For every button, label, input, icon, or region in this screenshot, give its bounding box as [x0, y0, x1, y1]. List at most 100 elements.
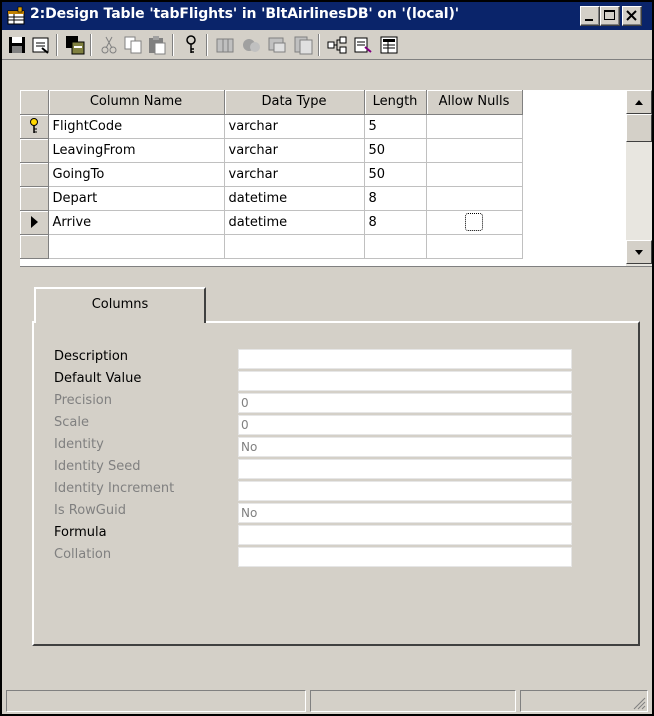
window-title: 2:Design Table 'tabFlights' in 'BltAirli…: [30, 6, 459, 22]
allow-nulls-cell[interactable]: [426, 234, 523, 259]
save-icon: [9, 37, 25, 53]
column-name-cell[interactable]: Depart: [48, 186, 225, 211]
data-type-cell[interactable]: varchar: [224, 162, 365, 187]
header-data-type[interactable]: Data Type: [224, 90, 365, 115]
grid-header-row: Column Name Data Type Length Allow Nulls: [20, 90, 523, 115]
formula-field[interactable]: [238, 525, 572, 545]
row-selector[interactable]: [20, 138, 49, 163]
default-value-field[interactable]: [238, 371, 572, 391]
maximize-button[interactable]: [600, 6, 620, 26]
length-cell[interactable]: 50: [364, 138, 427, 163]
table-row[interactable]: Arrive datetime 8: [20, 210, 523, 235]
length-cell[interactable]: 5: [364, 114, 427, 139]
description-label: Description: [54, 349, 129, 364]
show-diagram-button[interactable]: [378, 34, 400, 56]
header-length[interactable]: Length: [364, 90, 427, 115]
column-name-cell[interactable]: Arrive: [48, 210, 225, 235]
scale-label: Scale: [54, 415, 89, 430]
data-type-cell[interactable]: varchar: [224, 114, 365, 139]
manage-triggers-button[interactable]: [352, 34, 374, 56]
generate-script-icon: [66, 36, 85, 55]
row-selector[interactable]: [20, 186, 49, 211]
allow-nulls-cell[interactable]: [426, 186, 523, 211]
scroll-thumb[interactable]: [626, 114, 652, 142]
data-type-cell[interactable]: datetime: [224, 186, 365, 211]
row-selector[interactable]: [20, 210, 49, 235]
header-allow-nulls[interactable]: Allow Nulls: [426, 90, 523, 115]
close-button[interactable]: [622, 6, 642, 26]
length-cell[interactable]: 8: [364, 186, 427, 211]
status-panel: [520, 690, 648, 712]
primary-key-button[interactable]: [180, 34, 202, 56]
length-cell[interactable]: 8: [364, 210, 427, 235]
copy-icon: [124, 36, 142, 54]
formula-label: Formula: [54, 525, 107, 540]
properties-icon: [32, 37, 49, 54]
toolbar: [2, 30, 652, 60]
tab-columns[interactable]: Columns: [34, 287, 206, 323]
scale-field: 0: [238, 415, 572, 435]
save-button[interactable]: [6, 34, 28, 56]
row-selector[interactable]: [20, 234, 49, 259]
identity-field: No: [238, 437, 572, 457]
delete-column-button[interactable]: [240, 34, 262, 56]
table-row[interactable]: LeavingFrom varchar 50: [20, 138, 523, 163]
column-name-cell[interactable]: [48, 234, 225, 259]
identity-seed-field: [238, 459, 572, 479]
copy-button[interactable]: [122, 34, 144, 56]
column-name-cell[interactable]: FlightCode: [48, 114, 225, 139]
column-name-cell[interactable]: LeavingFrom: [48, 138, 225, 163]
paste-button[interactable]: [146, 34, 168, 56]
insert-column-button[interactable]: [214, 34, 236, 56]
data-type-cell[interactable]: datetime: [224, 210, 365, 235]
column-name-cell[interactable]: GoingTo: [48, 162, 225, 187]
insert-column-icon: [216, 38, 234, 53]
table-row[interactable]: Depart datetime 8: [20, 186, 523, 211]
resize-grip-icon[interactable]: [632, 696, 646, 710]
collation-label: Collation: [54, 547, 112, 562]
title-bar[interactable]: 2:Design Table 'tabFlights' in 'BltAirli…: [2, 2, 652, 30]
allow-nulls-cell[interactable]: [426, 162, 523, 187]
row-selector-header: [20, 90, 49, 115]
row-selector[interactable]: [20, 114, 49, 139]
length-cell[interactable]: [364, 234, 427, 259]
is-rowguid-field: No: [238, 503, 572, 523]
allow-nulls-cell[interactable]: [426, 210, 523, 235]
primary-key-icon: [186, 35, 196, 53]
manage-relationships-icon: [268, 37, 286, 53]
table-row[interactable]: FlightCode varchar 5: [20, 114, 523, 139]
manage-relationships-button[interactable]: [266, 34, 288, 56]
row-selector[interactable]: [20, 162, 49, 187]
maximize-icon: [604, 10, 615, 20]
grid-vertical-scrollbar[interactable]: [626, 90, 652, 266]
data-type-cell[interactable]: [224, 234, 365, 259]
allow-nulls-cell[interactable]: [426, 114, 523, 139]
header-column-name[interactable]: Column Name: [48, 90, 225, 115]
description-field[interactable]: [238, 349, 572, 369]
arrow-up-icon: [635, 100, 643, 105]
design-table-window: 2:Design Table 'tabFlights' in 'BltAirli…: [0, 0, 654, 716]
generate-script-button[interactable]: [64, 34, 86, 56]
properties-button[interactable]: [30, 34, 52, 56]
scroll-down-button[interactable]: [626, 240, 652, 264]
columns-table: Column Name Data Type Length Allow Nulls…: [20, 90, 523, 259]
scroll-up-button[interactable]: [626, 90, 652, 114]
toolbar-separator: [206, 34, 208, 56]
column-properties-area: Columns Description Default Value Precis…: [20, 266, 652, 686]
allow-nulls-checkbox[interactable]: [465, 213, 483, 231]
data-type-cell[interactable]: varchar: [224, 138, 365, 163]
length-cell[interactable]: 50: [364, 162, 427, 187]
paste-icon: [149, 36, 166, 55]
cut-button[interactable]: [98, 34, 120, 56]
allow-nulls-cell[interactable]: [426, 138, 523, 163]
primary-key-icon: [29, 118, 38, 133]
identity-seed-label: Identity Seed: [54, 459, 141, 474]
toolbar-separator: [172, 34, 174, 56]
minimize-button[interactable]: [580, 6, 600, 26]
table-row-empty[interactable]: [20, 234, 523, 259]
manage-constraints-button[interactable]: [326, 34, 348, 56]
cut-icon: [101, 36, 117, 54]
status-bar: [2, 686, 652, 714]
manage-indexes-button[interactable]: [292, 34, 314, 56]
table-row[interactable]: GoingTo varchar 50: [20, 162, 523, 187]
